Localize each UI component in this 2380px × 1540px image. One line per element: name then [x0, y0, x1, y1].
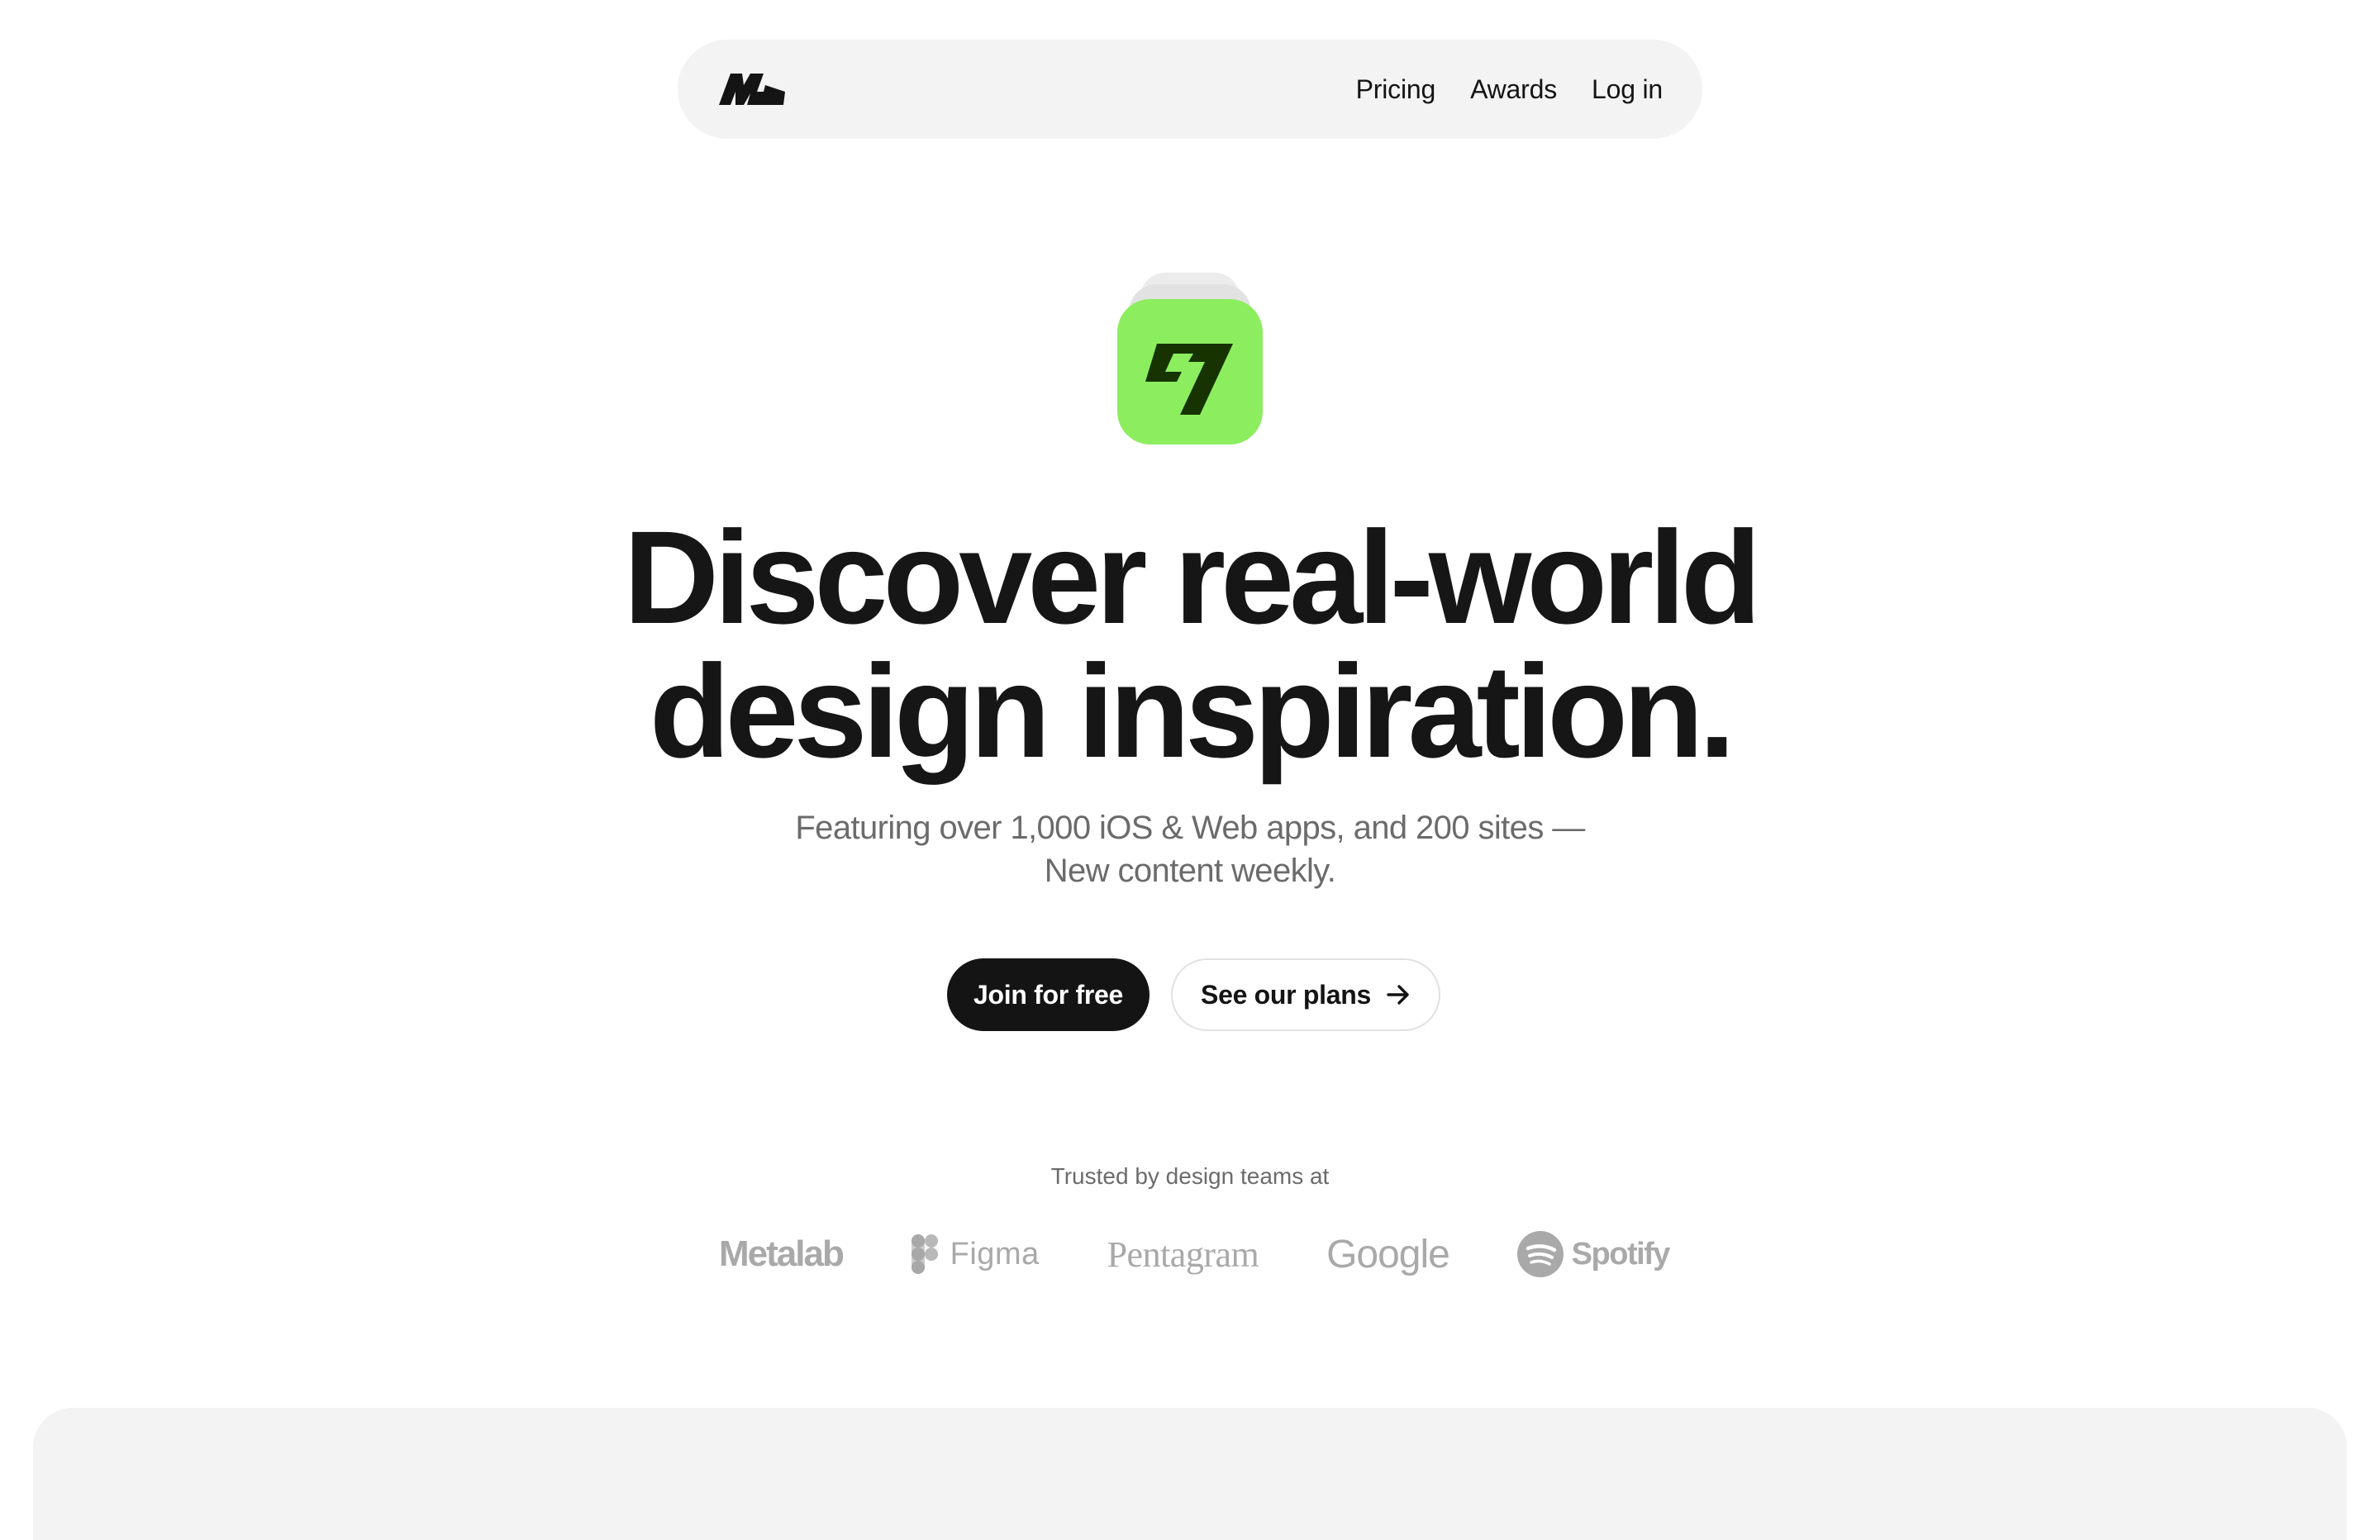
hero-title-line-1: Discover real-world	[623, 503, 1762, 651]
nav-link-awards[interactable]: Awards	[1470, 74, 1557, 105]
nav-links: Pricing Awards Log in	[1356, 74, 1664, 105]
spotify-logo: Spotify	[1516, 1231, 1671, 1277]
app-icon-stack	[1117, 273, 1263, 444]
content-preview-panel	[33, 1408, 2347, 1540]
metalab-wordmark: Metalab	[719, 1233, 845, 1274]
wise-app-icon[interactable]	[1117, 299, 1263, 444]
top-nav: Pricing Awards Log in	[678, 40, 1702, 139]
spotify-icon	[1516, 1231, 1564, 1277]
figma-logo: Figma	[911, 1233, 1040, 1275]
google-logo: Google	[1326, 1232, 1450, 1277]
figma-icon	[911, 1234, 938, 1274]
hero-title-line-2: design inspiration.	[649, 637, 1735, 785]
mobbin-logo-icon[interactable]	[719, 74, 785, 105]
brand-logos: Metalab Figma Pentagram Google Spotify	[719, 1221, 1671, 1287]
pentagram-wordmark: Pentagram	[1107, 1233, 1259, 1275]
nav-link-login[interactable]: Log in	[1592, 74, 1663, 105]
hero-subtitle: Featuring over 1,000 iOS & Web apps, and…	[0, 806, 2380, 892]
figma-wordmark: Figma	[950, 1236, 1040, 1271]
hero-subtitle-line-1: Featuring over 1,000 iOS & Web apps, and…	[795, 810, 1585, 846]
google-wordmark: Google	[1326, 1232, 1450, 1276]
hero-subtitle-line-2: New content weekly.	[1044, 853, 1336, 889]
see-our-plans-button[interactable]: See our plans	[1171, 958, 1440, 1031]
join-for-free-button[interactable]: Join for free	[947, 958, 1150, 1031]
see-our-plans-label: See our plans	[1201, 979, 1371, 1010]
nav-link-pricing[interactable]: Pricing	[1356, 74, 1436, 105]
metalab-logo: Metalab	[719, 1233, 845, 1275]
trusted-by-label: Trusted by design teams at	[1050, 1163, 1330, 1189]
pentagram-logo: Pentagram	[1107, 1233, 1259, 1276]
spotify-wordmark: Spotify	[1571, 1236, 1671, 1271]
cta-row: Join for free See our plans	[947, 958, 1440, 1031]
hero-title: Discover real-world design inspiration.	[0, 511, 2380, 778]
arrow-right-icon	[1387, 985, 1409, 1005]
